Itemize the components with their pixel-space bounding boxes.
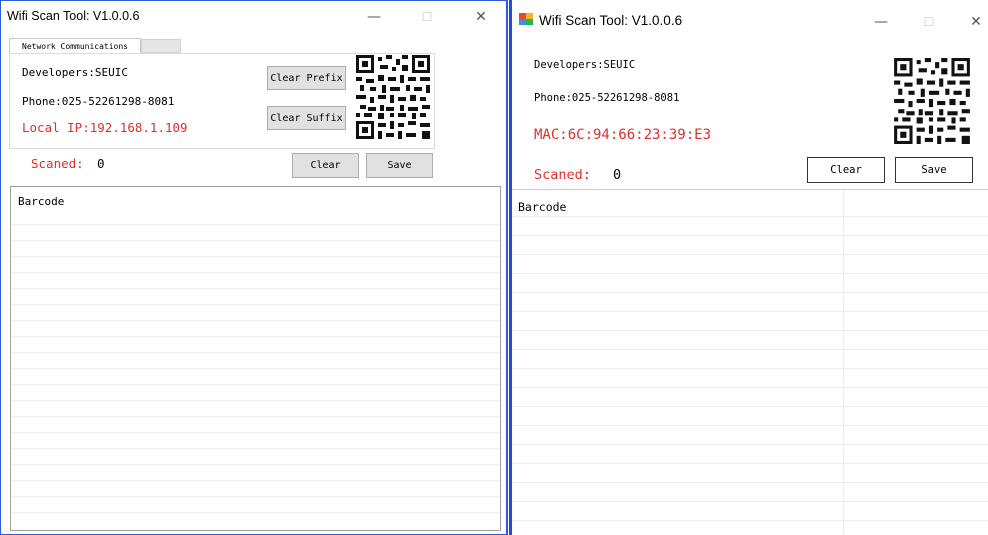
grid-row (11, 225, 500, 241)
left-phone-label: Phone:025-52261298-8081 (22, 95, 175, 108)
grid-row (11, 465, 500, 481)
grid-row (11, 353, 500, 369)
grid-row (11, 417, 500, 433)
grid-row (11, 433, 500, 449)
left-scanned-count: 0 (97, 156, 105, 171)
grid-row (512, 331, 988, 350)
left-close-button[interactable]: ✕ (468, 5, 494, 29)
grid-row (11, 337, 500, 353)
right-save-button[interactable]: Save (895, 157, 973, 183)
app-icon (519, 13, 533, 25)
grid-row (512, 483, 988, 502)
qr-code-icon (356, 55, 430, 139)
grid-row (11, 449, 500, 465)
left-barcode-grid[interactable]: Barcode (10, 186, 501, 531)
left-local-ip-label: Local IP:192.168.1.109 (22, 120, 188, 135)
left-developers-label: Developers:SEUIC (22, 66, 128, 79)
grid-row (512, 255, 988, 274)
qr-code-icon (894, 58, 970, 144)
right-titlebar[interactable]: Wifi Scan Tool: V1.0.0.6 — ☐ ✕ (512, 0, 988, 40)
right-maximize-button[interactable]: ☐ (916, 10, 942, 34)
left-app-window: Wifi Scan Tool: V1.0.0.6 — ☐ ✕ Network C… (0, 0, 508, 535)
right-scanned-count: 0 (613, 167, 622, 183)
grid-row (11, 273, 500, 289)
grid-row (11, 187, 500, 225)
left-scanned-label: Scaned: (31, 156, 84, 171)
right-app-window: Wifi Scan Tool: V1.0.0.6 — ☐ ✕ Developer… (509, 0, 988, 535)
left-maximize-button[interactable]: ☐ (414, 5, 440, 29)
grid-row (11, 401, 500, 417)
left-clear-button[interactable]: Clear (292, 153, 359, 178)
grid-row (11, 321, 500, 337)
grid-row (512, 190, 988, 217)
right-clear-button[interactable]: Clear (807, 157, 885, 183)
tab-network-communications[interactable]: Network Communications (9, 38, 141, 53)
right-developers-label: Developers:SEUIC (534, 59, 636, 71)
left-titlebar[interactable]: Wifi Scan Tool: V1.0.0.6 — ☐ ✕ (1, 1, 506, 33)
grid-row (512, 312, 988, 331)
clear-prefix-button[interactable]: Clear Prefix (267, 66, 346, 90)
grid-row (512, 388, 988, 407)
grid-row (512, 407, 988, 426)
right-close-button[interactable]: ✕ (963, 10, 988, 34)
grid-row (512, 369, 988, 388)
grid-row (11, 385, 500, 401)
grid-row (512, 236, 988, 255)
left-tab-panel: Developers:SEUIC Phone:025-52261298-8081… (9, 53, 435, 149)
tab-secondary[interactable] (141, 39, 181, 53)
grid-row (512, 445, 988, 464)
grid-row (512, 502, 988, 521)
grid-row (11, 305, 500, 321)
left-save-button[interactable]: Save (366, 153, 433, 178)
right-barcode-grid[interactable]: Barcode (512, 189, 988, 535)
grid-row (512, 464, 988, 483)
right-minimize-button[interactable]: — (868, 10, 894, 34)
right-phone-label: Phone:025-52261298-8081 (534, 92, 680, 104)
right-window-title: Wifi Scan Tool: V1.0.0.6 (539, 13, 683, 28)
left-window-title: Wifi Scan Tool: V1.0.0.6 (7, 9, 140, 23)
left-minimize-button[interactable]: — (361, 5, 387, 29)
grid-row (11, 257, 500, 273)
grid-row (11, 289, 500, 305)
right-mac-label: MAC:6C:94:66:23:39:E3 (534, 127, 712, 143)
right-scanned-label: Scaned: (534, 167, 591, 183)
grid-row (11, 241, 500, 257)
grid-row (512, 426, 988, 445)
grid-row (11, 369, 500, 385)
grid-row (512, 293, 988, 312)
clear-suffix-button[interactable]: Clear Suffix (267, 106, 346, 130)
grid-row (512, 274, 988, 293)
grid-row (512, 350, 988, 369)
grid-row (11, 481, 500, 497)
grid-row (512, 217, 988, 236)
grid-row (11, 497, 500, 513)
